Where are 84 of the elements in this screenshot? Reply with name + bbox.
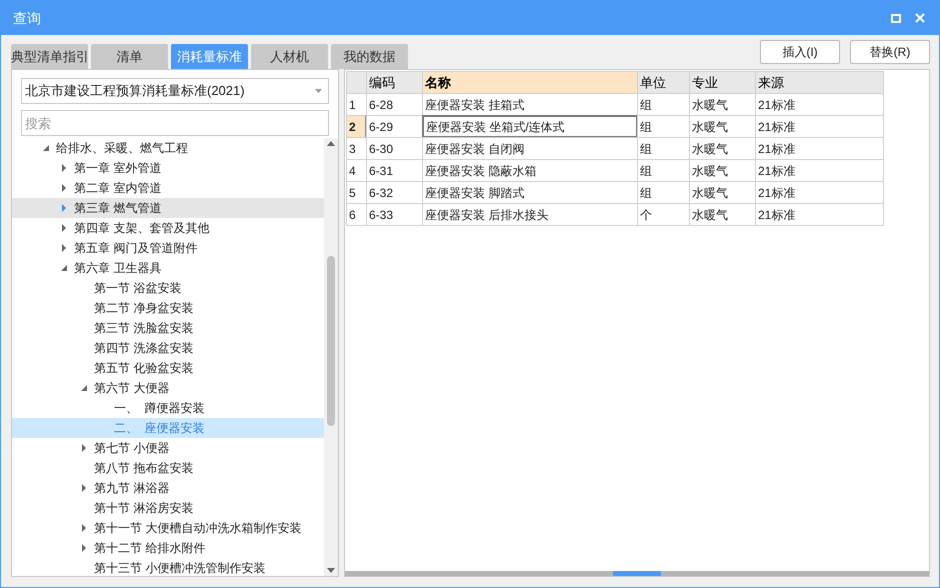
tree-item-label: 第二章 室内管道 (74, 180, 162, 197)
scrollbar[interactable] (345, 571, 929, 576)
column-header[interactable]: 专业 (689, 71, 756, 94)
window-title: 查询 (13, 8, 41, 28)
maximize-icon[interactable] (891, 14, 901, 22)
tree-item[interactable]: 第四节 洗涤盆安装 (12, 338, 324, 358)
dropdown-value: 北京市建设工程预算消耗量标准(2021) (25, 82, 246, 100)
tree-item[interactable]: 第八节 拖布盆安装 (12, 458, 324, 478)
tree-item-label: 第三章 燃气管道 (74, 200, 162, 217)
tree-item-label: 第五节 化验盆安装 (94, 360, 194, 377)
tree-item[interactable]: 第四章 支架、套管及其他 (12, 218, 324, 238)
scrollbar[interactable] (324, 138, 338, 576)
collapsed-triangle-icon[interactable] (60, 204, 68, 212)
tab[interactable]: 人材机 (251, 44, 328, 69)
tree-item[interactable]: 第一节 浴盆安装 (12, 278, 324, 298)
expanded-triangle-icon[interactable] (60, 264, 68, 272)
close-icon[interactable] (915, 13, 925, 23)
tree-item-label: 第十三节 小便槽冲洗管制作安装 (94, 560, 266, 576)
tree-item-label: 第二节 净身盆安装 (94, 300, 194, 317)
expanded-triangle-icon[interactable] (42, 144, 50, 152)
tree-item[interactable]: 第三章 燃气管道 (12, 198, 324, 218)
tree-item[interactable]: 第十节 淋浴房安装 (12, 498, 324, 518)
search-field[interactable]: 搜索 (21, 110, 329, 136)
collapsed-triangle-icon[interactable] (60, 184, 68, 192)
column-header[interactable]: 名称 (422, 71, 638, 94)
tree-item-label: 第四章 支架、套管及其他 (74, 220, 210, 237)
tree-item-label: 第五章 阀门及管道附件 (74, 240, 198, 257)
tree-item[interactable]: 第六章 卫生器具 (12, 258, 324, 278)
scroll-down-icon[interactable] (327, 568, 335, 573)
toolbar-button[interactable]: 插入(I) (760, 40, 840, 64)
tree-item-label: 第六节 大便器 (94, 380, 170, 397)
column-header[interactable]: 单位 (637, 71, 690, 94)
tree-item[interactable]: 给排水、采暖、燃气工程 (12, 138, 324, 158)
tree-item-label: 第三节 洗脸盆安装 (94, 320, 194, 337)
tree-item[interactable]: 第七节 小便器 (12, 438, 324, 458)
tree-item-label: 给排水、采暖、燃气工程 (56, 140, 188, 157)
collapsed-triangle-icon[interactable] (60, 224, 68, 232)
column-header[interactable]: 编码 (366, 71, 423, 94)
tab[interactable]: 我的数据 (331, 44, 408, 69)
tree-item[interactable]: 一、 蹲便器安装 (12, 398, 324, 418)
tree-item-label: 第十节 淋浴房安装 (94, 500, 194, 517)
collapsed-triangle-icon[interactable] (60, 164, 68, 172)
tree-item-label: 第一章 室外管道 (74, 160, 162, 177)
tree-item[interactable]: 第五章 阀门及管道附件 (12, 238, 324, 258)
tree-item[interactable]: 第三节 洗脸盆安装 (12, 318, 324, 338)
row-number: 6 (346, 203, 367, 226)
collapsed-triangle-icon[interactable] (80, 544, 88, 552)
collapsed-triangle-icon[interactable] (80, 444, 88, 452)
collapsed-triangle-icon[interactable] (60, 244, 68, 252)
tree-item[interactable]: 第十三节 小便槽冲洗管制作安装 (12, 558, 324, 576)
tree-item-label: 第八节 拖布盆安装 (94, 460, 194, 477)
scrollbar-thumb[interactable] (613, 571, 661, 576)
collapsed-triangle-icon[interactable] (80, 484, 88, 492)
expanded-triangle-icon[interactable] (80, 384, 88, 392)
standard-dropdown[interactable]: 北京市建设工程预算消耗量标准(2021) (21, 78, 329, 104)
tree-item[interactable]: 第二节 净身盆安装 (12, 298, 324, 318)
tree-item-label: 第十二节 给排水附件 (94, 540, 206, 557)
tree-item-label: 第七节 小便器 (94, 440, 170, 457)
tree-item-label: 第九节 淋浴器 (94, 480, 170, 497)
tree-item[interactable]: 第一章 室外管道 (12, 158, 324, 178)
table-cell: 21标准 (755, 203, 884, 226)
row-number: 3 (346, 137, 367, 160)
tree-item[interactable]: 第二章 室内管道 (12, 178, 324, 198)
tree-item-label: 一、 蹲便器安装 (114, 400, 205, 417)
row-number: 2 (346, 115, 367, 138)
toolbar-button[interactable]: 替换(R) (850, 40, 930, 64)
tree-item-label: 第一节 浴盆安装 (94, 280, 182, 297)
tree-item[interactable]: 第十二节 给排水附件 (12, 538, 324, 558)
tree-item-label: 第十一节 大便槽自动冲洗水箱制作安装 (94, 520, 302, 537)
tree-item[interactable]: 第十一节 大便槽自动冲洗水箱制作安装 (12, 518, 324, 538)
collapsed-triangle-icon[interactable] (80, 524, 88, 532)
scroll-up-icon[interactable] (327, 141, 335, 146)
tree-item-label: 第四节 洗涤盆安装 (94, 340, 194, 357)
dropdown-caret-icon (315, 89, 322, 93)
tree-item-label: 二、 座便器安装 (114, 420, 205, 437)
column-header[interactable]: 来源 (755, 71, 884, 94)
tree-item[interactable]: 第五节 化验盆安装 (12, 358, 324, 378)
tree-item[interactable]: 第六节 大便器 (12, 378, 324, 398)
tab[interactable]: 典型清单指引 (11, 44, 88, 69)
table-cell: 座便器安装 坐箱式/连体式 (422, 115, 638, 138)
tree-item-label: 第六章 卫生器具 (74, 260, 162, 277)
scrollbar-thumb[interactable] (327, 256, 335, 426)
tree-item[interactable]: 第九节 淋浴器 (12, 478, 324, 498)
tab[interactable]: 清单 (91, 44, 168, 69)
